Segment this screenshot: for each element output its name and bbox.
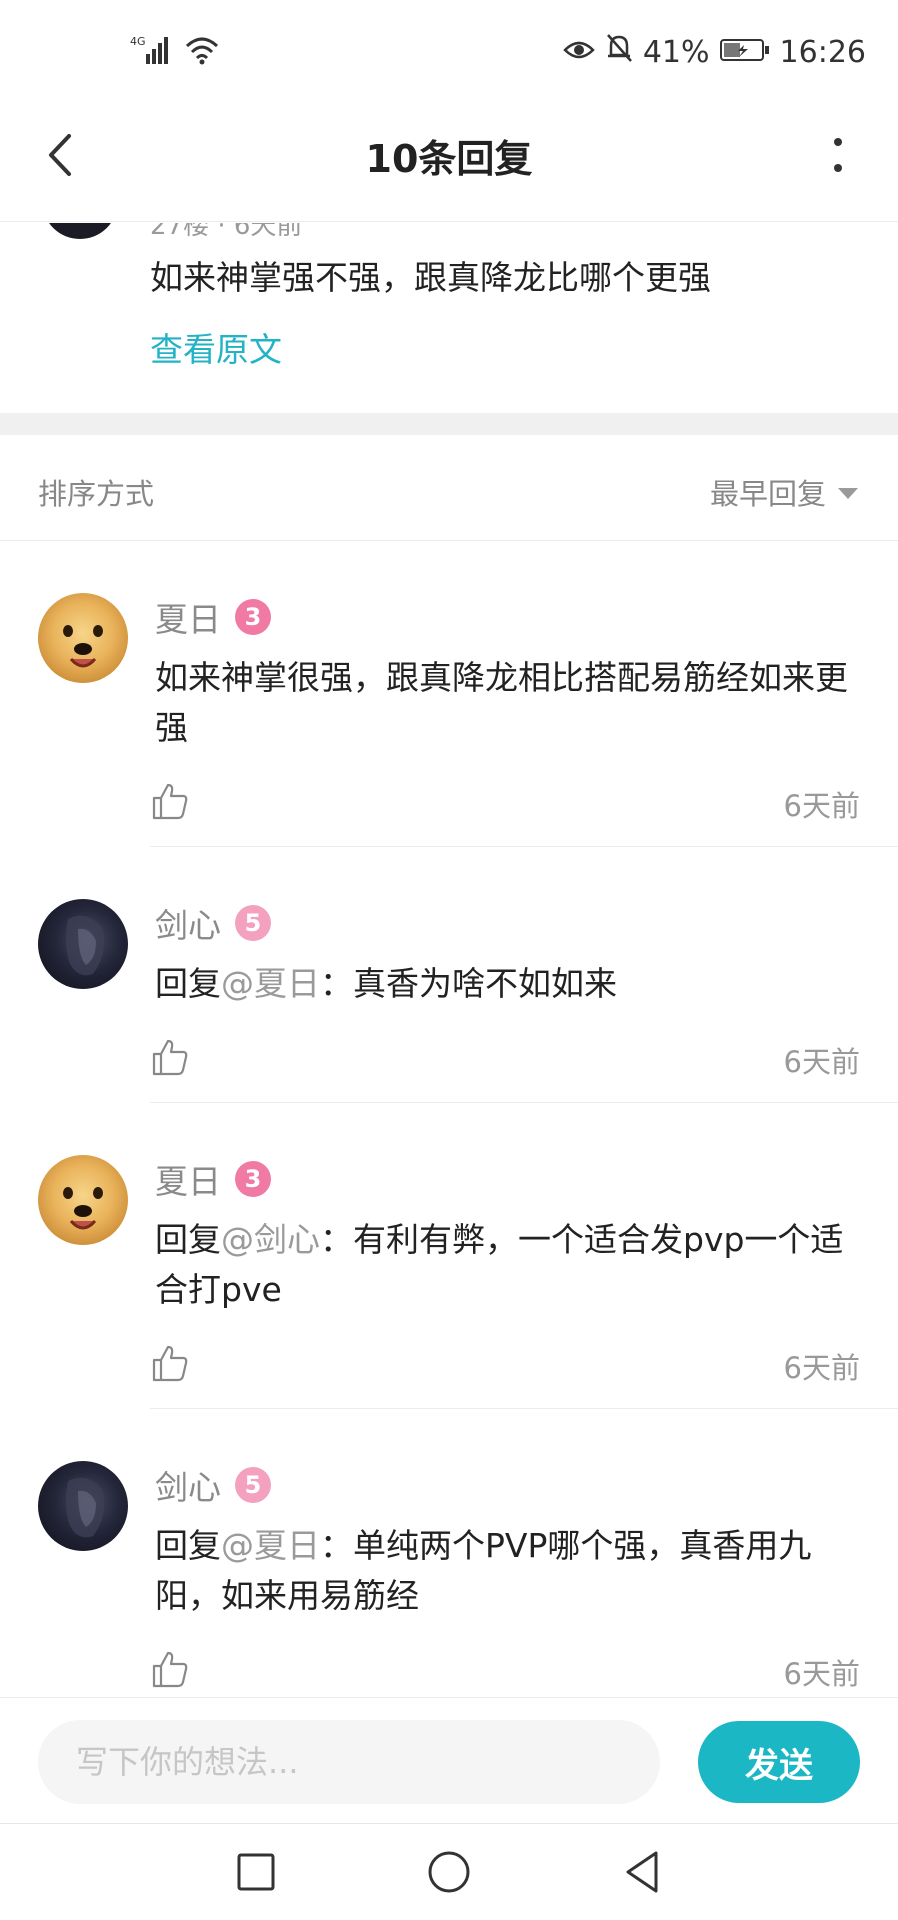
avatar[interactable]	[38, 593, 128, 683]
circle-icon	[428, 1851, 470, 1893]
username[interactable]: 夏日	[155, 1155, 221, 1203]
avatar[interactable]	[38, 1155, 128, 1245]
signal-icon: 4G	[130, 34, 174, 70]
battery-icon	[719, 35, 770, 70]
view-original-link[interactable]: 查看原文	[150, 323, 282, 371]
timestamp: 6天前	[783, 1045, 860, 1079]
caret-down-icon	[838, 487, 858, 499]
username[interactable]: 剑心	[155, 899, 221, 947]
sort-label: 排序方式	[38, 477, 155, 511]
level-badge: 5	[235, 1467, 271, 1503]
timestamp: 6天前	[783, 1657, 860, 1691]
comment-header: 剑心 5	[155, 1461, 271, 1509]
list-item: 夏日 3 如来神掌很强，跟真降龙相比搭配易筋经如来更强 6天前	[0, 541, 898, 847]
mention-link[interactable]: @夏日	[221, 1526, 320, 1565]
comment-header: 夏日 3	[155, 593, 271, 641]
thumbs-up-icon[interactable]	[150, 1037, 190, 1077]
avatar[interactable]	[42, 223, 118, 239]
section-divider	[0, 413, 898, 435]
reply-input-bar: 发送	[0, 1697, 898, 1823]
level-badge: 5	[235, 905, 271, 941]
wifi-icon	[184, 34, 220, 70]
list-item: 剑心 5 回复@夏日：真香为啥不如如来 6天前	[0, 847, 898, 1103]
thumbs-up-icon[interactable]	[150, 1343, 190, 1383]
post-meta: 27楼 · 6天前	[150, 223, 303, 241]
post-text: 如来神掌强不强，跟真降龙比哪个更强	[150, 258, 711, 297]
battery-percent: 41%	[642, 34, 710, 70]
thumbs-up-icon[interactable]	[150, 1649, 190, 1689]
back-nav-button[interactable]	[614, 1844, 670, 1900]
system-nav-bar	[0, 1823, 898, 1920]
sort-dropdown[interactable]: 最早回复	[710, 471, 858, 513]
status-bar: 4G 41% 16:26	[0, 0, 898, 100]
recents-button[interactable]	[228, 1844, 284, 1900]
username[interactable]: 剑心	[155, 1461, 221, 1509]
status-left: 4G	[130, 34, 220, 70]
more-button[interactable]	[808, 125, 868, 185]
app-header: 10条回复	[0, 100, 898, 222]
mention-link[interactable]: @剑心	[221, 1220, 320, 1259]
status-right: 41% 16:26	[563, 30, 866, 74]
home-button[interactable]	[421, 1844, 477, 1900]
eye-icon	[563, 35, 595, 70]
avatar[interactable]	[38, 899, 128, 989]
username[interactable]: 夏日	[155, 593, 221, 641]
mute-bell-icon	[605, 33, 633, 71]
sort-value: 最早回复	[709, 477, 826, 511]
timestamp: 6天前	[783, 789, 860, 823]
clock: 16:26	[779, 34, 866, 70]
list-item: 夏日 3 回复@剑心：有利有弊，一个适合发pvp一个适合打pve 6天前	[0, 1103, 898, 1409]
comment-header: 夏日 3	[155, 1155, 271, 1203]
reply-input[interactable]	[38, 1720, 660, 1804]
square-icon	[237, 1853, 275, 1891]
original-post: 27楼 · 6天前 如来神掌强不强，跟真降龙比哪个更强 查看原文	[0, 223, 898, 413]
more-vertical-icon	[834, 138, 842, 172]
avatar[interactable]	[38, 1461, 128, 1551]
timestamp: 6天前	[783, 1351, 860, 1385]
comment-header: 剑心 5	[155, 899, 271, 947]
comment-text: 回复@剑心：有利有弊，一个适合发pvp一个适合打pve	[155, 1220, 844, 1309]
list-item: 剑心 5 回复@夏日：单纯两个PVP哪个强，真香用九阳，如来用易筋经 6天前	[0, 1409, 898, 1697]
level-badge: 3	[235, 599, 271, 635]
page-title: 10条回复	[365, 137, 533, 181]
level-badge: 3	[235, 1161, 271, 1197]
send-button[interactable]: 发送	[698, 1721, 860, 1803]
svg-text:4G: 4G	[130, 35, 146, 48]
sort-row: 排序方式 最早回复	[0, 435, 898, 541]
triangle-back-icon	[626, 1851, 658, 1893]
comment-text: 回复@夏日：单纯两个PVP哪个强，真香用九阳，如来用易筋经	[155, 1526, 812, 1615]
comment-text: 回复@夏日：真香为啥不如如来	[155, 964, 617, 1003]
comment-text: 如来神掌很强，跟真降龙相比搭配易筋经如来更强	[155, 658, 848, 747]
thumbs-up-icon[interactable]	[150, 781, 190, 821]
mention-link[interactable]: @夏日	[221, 964, 320, 1003]
